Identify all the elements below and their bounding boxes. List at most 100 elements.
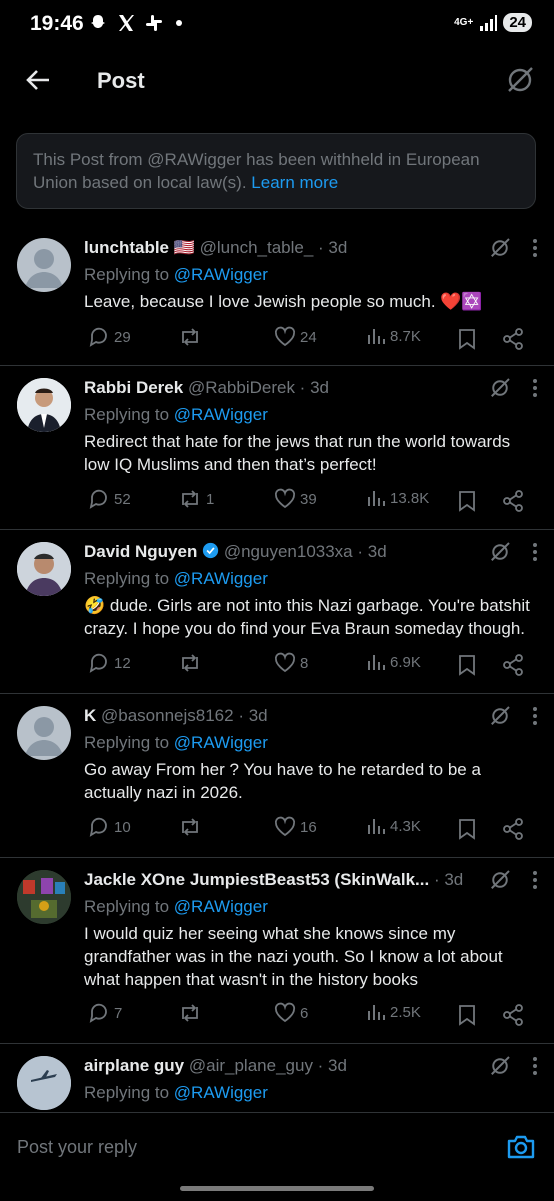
reply-button[interactable]: 12 xyxy=(88,652,131,674)
grok-icon[interactable] xyxy=(488,868,512,892)
reply-button[interactable]: 29 xyxy=(88,326,131,348)
author-handle[interactable]: · 3d xyxy=(434,870,463,889)
status-time: 19:46 xyxy=(30,12,84,35)
views-button[interactable]: 6.9K xyxy=(366,652,421,672)
reply-tweet[interactable]: lunchtable 🇺🇸 @lunch_table_ · 3d Replyin… xyxy=(0,226,554,366)
home-indicator[interactable] xyxy=(180,1186,374,1191)
views-button[interactable]: 13.8K xyxy=(366,488,429,508)
repost-button[interactable] xyxy=(178,652,206,674)
like-button[interactable]: 39 xyxy=(274,488,317,510)
more-options-icon[interactable] xyxy=(532,706,538,726)
network-label: 4G+ xyxy=(454,17,474,28)
author-name[interactable]: Jackle XOne JumpiestBeast53 (SkinWalk... xyxy=(84,870,429,889)
share-icon[interactable] xyxy=(502,654,524,676)
author-handle[interactable]: @air_plane_guy · 3d xyxy=(189,1056,347,1075)
avatar[interactable] xyxy=(17,542,71,596)
default-avatar-icon xyxy=(25,717,63,756)
more-options-icon[interactable] xyxy=(532,542,538,562)
repost-button[interactable] xyxy=(178,326,206,348)
more-options-icon[interactable] xyxy=(532,1056,538,1076)
repost-button[interactable] xyxy=(178,816,206,838)
reply-button[interactable]: 7 xyxy=(88,1002,122,1024)
share-icon[interactable] xyxy=(502,490,524,512)
replying-to-link[interactable]: @RAWigger xyxy=(174,569,268,588)
heart-icon xyxy=(274,488,296,509)
grok-icon[interactable] xyxy=(504,64,536,96)
status-right: 4G+ 24 xyxy=(454,13,532,32)
arrow-left-icon[interactable] xyxy=(24,66,52,94)
snapchat-icon xyxy=(91,15,105,28)
views-count: 6.9K xyxy=(390,653,421,671)
bookmark-icon[interactable] xyxy=(458,1004,476,1026)
bookmark-icon[interactable] xyxy=(458,818,476,840)
like-button[interactable]: 24 xyxy=(274,326,317,348)
learn-more-link[interactable]: Learn more xyxy=(251,173,338,192)
grok-icon[interactable] xyxy=(488,704,512,728)
reply-button[interactable]: 10 xyxy=(88,816,131,838)
author-handle[interactable]: @lunch_table_ · 3d xyxy=(200,238,348,257)
battery-indicator: 24 xyxy=(503,13,532,32)
grok-icon[interactable] xyxy=(488,1054,512,1078)
reply-count: 52 xyxy=(114,490,131,508)
views-icon xyxy=(368,329,385,344)
profile-photo xyxy=(17,870,71,924)
views-icon xyxy=(368,1005,385,1020)
repost-button[interactable] xyxy=(178,1002,206,1024)
grok-icon[interactable] xyxy=(488,376,512,400)
share-icon[interactable] xyxy=(502,1004,524,1026)
x-logo-icon xyxy=(119,15,134,31)
bookmark-icon[interactable] xyxy=(458,490,476,512)
avatar[interactable] xyxy=(17,238,71,292)
reply-count: 12 xyxy=(114,654,131,672)
like-button[interactable]: 6 xyxy=(274,1002,308,1024)
like-button[interactable]: 8 xyxy=(274,652,308,674)
views-button[interactable]: 4.3K xyxy=(366,816,421,836)
grok-icon[interactable] xyxy=(488,236,512,260)
more-options-icon[interactable] xyxy=(532,238,538,258)
like-count: 24 xyxy=(300,328,317,346)
repost-count: 1 xyxy=(206,490,215,508)
share-icon[interactable] xyxy=(502,818,524,840)
replying-to: Replying to @RAWigger xyxy=(84,265,268,284)
author-handle[interactable]: @RabbiDerek · 3d xyxy=(188,378,329,397)
replying-to-link[interactable]: @RAWigger xyxy=(174,1083,268,1102)
reply-button[interactable]: 52 xyxy=(88,488,131,510)
like-count: 16 xyxy=(300,818,317,836)
more-options-icon[interactable] xyxy=(532,378,538,398)
reply-icon xyxy=(89,653,107,673)
reply-tweet[interactable]: K @basonnejs8162 · 3d Replying to @RAWig… xyxy=(0,694,554,858)
reply-input[interactable]: Post your reply xyxy=(17,1137,137,1158)
camera-icon[interactable] xyxy=(506,1133,536,1161)
author-handle[interactable]: @nguyen1033xa · 3d xyxy=(224,542,387,561)
grok-icon[interactable] xyxy=(488,540,512,564)
reply-tweet[interactable]: airplane guy @air_plane_guy · 3d Replyin… xyxy=(0,1044,554,1112)
replying-to-link[interactable]: @RAWigger xyxy=(174,897,268,916)
views-button[interactable]: 2.5K xyxy=(366,1002,421,1022)
replying-to-link[interactable]: @RAWigger xyxy=(174,265,268,284)
avatar[interactable] xyxy=(17,870,71,924)
profile-photo xyxy=(17,542,71,596)
avatar[interactable] xyxy=(17,1056,71,1110)
bookmark-icon[interactable] xyxy=(458,328,476,350)
avatar[interactable] xyxy=(17,378,71,432)
author-name[interactable]: lunchtable 🇺🇸 xyxy=(84,238,195,257)
replying-to-link[interactable]: @RAWigger xyxy=(174,405,268,424)
replying-to-link[interactable]: @RAWigger xyxy=(174,733,268,752)
reply-tweet[interactable]: David Nguyen @nguyen1033xa · 3d Replying… xyxy=(0,530,554,694)
reply-count: 29 xyxy=(114,328,131,346)
reply-tweet[interactable]: Rabbi Derek @RabbiDerek · 3d Replying to… xyxy=(0,366,554,530)
author-handle[interactable]: @basonnejs8162 · 3d xyxy=(101,706,268,725)
author-name[interactable]: David Nguyen xyxy=(84,542,197,561)
avatar[interactable] xyxy=(17,706,71,760)
views-button[interactable]: 8.7K xyxy=(366,326,421,346)
author-name[interactable]: K xyxy=(84,706,96,725)
more-options-icon[interactable] xyxy=(532,870,538,890)
author-name[interactable]: airplane guy xyxy=(84,1056,184,1075)
bookmark-icon[interactable] xyxy=(458,654,476,676)
replying-to: Replying to @RAWigger xyxy=(84,405,268,424)
repost-button[interactable]: 1 xyxy=(178,488,214,510)
share-icon[interactable] xyxy=(502,328,524,350)
reply-tweet[interactable]: Jackle XOne JumpiestBeast53 (SkinWalk...… xyxy=(0,858,554,1044)
like-button[interactable]: 16 xyxy=(274,816,317,838)
author-name[interactable]: Rabbi Derek xyxy=(84,378,183,397)
